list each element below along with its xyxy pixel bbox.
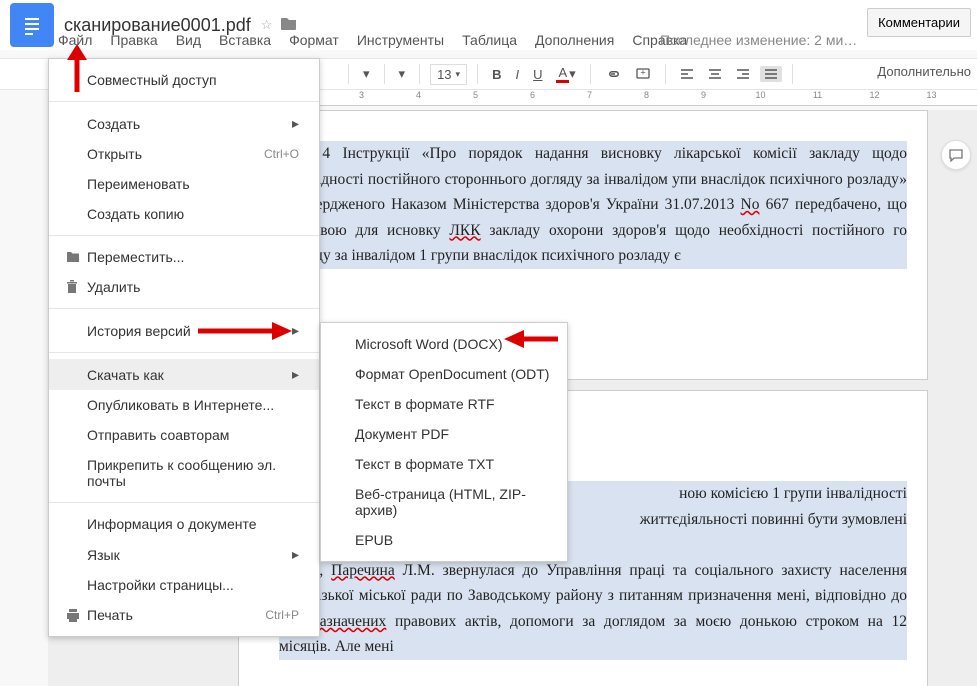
menu-item-makecopy[interactable]: Создать копию [49, 199, 319, 229]
menu-bar: Файл Правка Вид Вставка Формат Инструмен… [58, 32, 687, 48]
last-edit-text[interactable]: Последнее изменение: 2 минут... [660, 32, 860, 48]
comments-button[interactable]: Комментарии [867, 8, 971, 37]
menu-item-create[interactable]: Создать▸ [49, 108, 319, 139]
menu-item-history[interactable]: История версий▸ [49, 315, 319, 346]
menu-addons[interactable]: Дополнения [535, 32, 614, 48]
submenu-item-rtf[interactable]: Текст в формате RTF [321, 389, 567, 419]
submenu-item-odt[interactable]: Формат OpenDocument (ODT) [321, 359, 567, 389]
docs-logo[interactable] [10, 3, 54, 47]
file-menu-dropdown: Совместный доступ Создать▸ ОткрытьCtrl+O… [48, 58, 320, 637]
align-left-icon[interactable] [676, 66, 698, 82]
font-size-input[interactable]: 13 ▾ [430, 64, 467, 85]
text-color-button[interactable]: A ▾ [552, 63, 579, 85]
align-center-icon[interactable] [704, 66, 726, 82]
styles-dropdown[interactable]: ▾ [359, 64, 374, 84]
align-right-icon[interactable] [732, 66, 754, 82]
menu-item-print[interactable]: ПечатьCtrl+P [49, 600, 319, 630]
menu-item-open[interactable]: ОткрытьCtrl+O [49, 139, 319, 169]
menu-insert[interactable]: Вставка [219, 32, 271, 48]
menu-item-language[interactable]: Язык▸ [49, 539, 319, 570]
menu-format[interactable]: Формат [289, 32, 339, 48]
submenu-item-html[interactable]: Веб-страница (HTML, ZIP-архив) [321, 479, 567, 525]
trash-icon [65, 279, 87, 295]
menu-table[interactable]: Таблица [462, 32, 517, 48]
bold-button[interactable]: B [488, 65, 505, 84]
paragraph-1[interactable]: ктом 4 Інструкції «Про порядок надання в… [279, 141, 907, 269]
menu-edit[interactable]: Правка [110, 32, 157, 48]
menu-view[interactable]: Вид [176, 32, 201, 48]
paint-format-icon[interactable] [330, 72, 338, 76]
align-justify-icon[interactable] [760, 66, 782, 82]
menu-item-share[interactable]: Совместный доступ [49, 65, 319, 95]
explore-button[interactable] [941, 140, 971, 170]
menu-item-docinfo[interactable]: Информация о документе [49, 509, 319, 539]
menu-item-publish[interactable]: Опубликовать в Интернете... [49, 390, 319, 420]
submenu-item-epub[interactable]: EPUB [321, 525, 567, 555]
menu-item-email-attach[interactable]: Прикрепить к сообщению эл. почты [49, 450, 319, 496]
menu-item-download-as[interactable]: Скачать как▸ [49, 359, 319, 390]
svg-text:+: + [640, 68, 645, 78]
submenu-item-docx[interactable]: Microsoft Word (DOCX) [321, 329, 567, 359]
paragraph-3[interactable]: Я, Паречина Л.М. звернулася до Управлінн… [279, 558, 907, 660]
submenu-item-pdf[interactable]: Документ PDF [321, 419, 567, 449]
menu-file[interactable]: Файл [58, 32, 92, 48]
toolbar-more[interactable]: Дополнительно [877, 64, 971, 79]
menu-item-delete[interactable]: Удалить [49, 272, 319, 302]
print-icon [65, 608, 87, 622]
menu-item-email-collab[interactable]: Отправить соавторам [49, 420, 319, 450]
insert-comment-icon[interactable]: + [631, 64, 655, 84]
download-submenu: Microsoft Word (DOCX) Формат OpenDocumen… [320, 322, 568, 562]
menu-item-pagesetup[interactable]: Настройки страницы... [49, 570, 319, 600]
underline-button[interactable]: U [529, 65, 546, 84]
menu-item-move[interactable]: Переместить... [49, 242, 319, 272]
folder-icon [65, 250, 87, 264]
menu-item-rename[interactable]: Переименовать [49, 169, 319, 199]
font-dropdown[interactable]: ▾ [395, 64, 410, 84]
menu-tools[interactable]: Инструменты [357, 32, 444, 48]
submenu-item-txt[interactable]: Текст в формате TXT [321, 449, 567, 479]
star-icon[interactable]: ☆ [261, 17, 273, 33]
insert-link-icon[interactable] [601, 64, 625, 84]
italic-button[interactable]: I [511, 65, 523, 84]
